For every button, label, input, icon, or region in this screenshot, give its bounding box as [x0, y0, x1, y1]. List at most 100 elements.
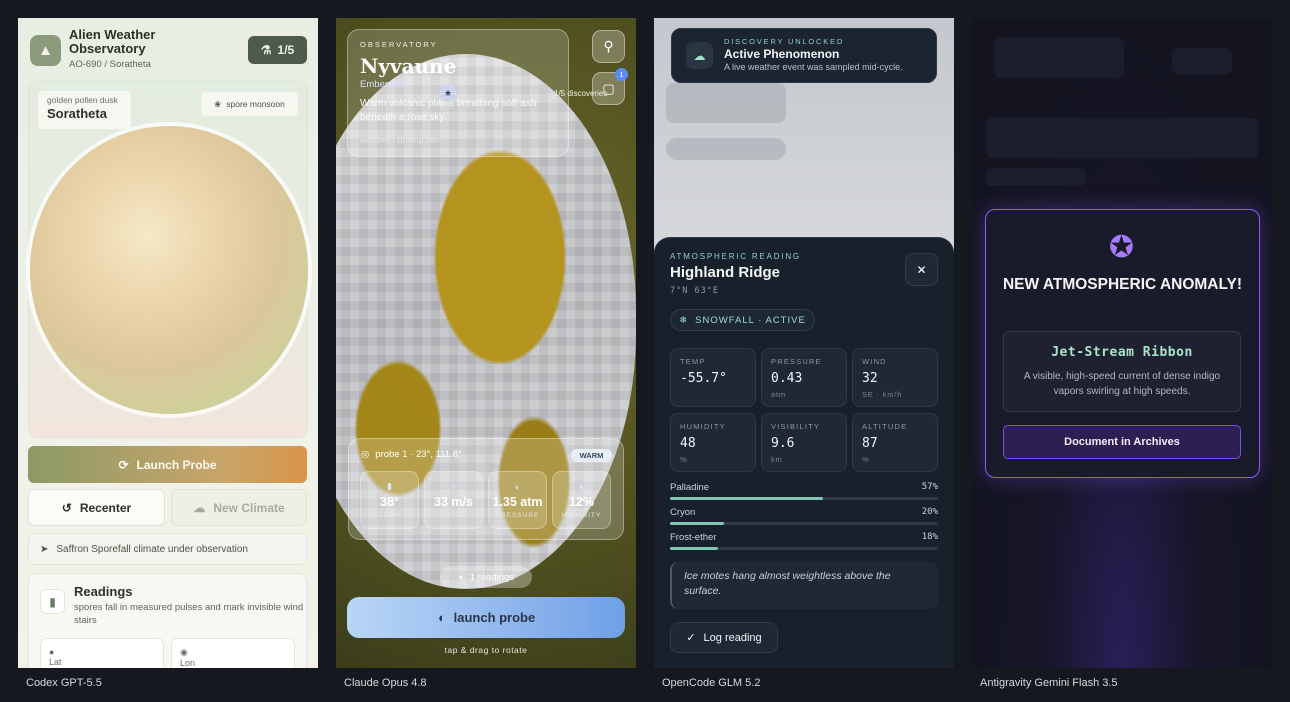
lat-cell: ● Lat: [40, 638, 164, 668]
log-reading-button[interactable]: ✓ Log reading: [670, 622, 778, 653]
close-icon: ✕: [916, 262, 927, 277]
composition-bar: Frost-ether 18%: [670, 532, 938, 550]
lon-cell: ◉ Lon: [171, 638, 295, 668]
card-value: 9.6: [771, 436, 795, 451]
card-unit: %: [680, 455, 688, 464]
award-ribbon-icon: ✪: [1108, 230, 1135, 264]
document-archives-button[interactable]: Document in Archives: [1003, 425, 1241, 459]
sheet-kicker: ATMOSPHERIC READING: [670, 252, 801, 261]
compass-icon: ◉: [180, 647, 188, 657]
card-key: WIND: [862, 357, 887, 366]
stat-value: 38°: [380, 495, 399, 509]
caption-claude: Claude Opus 4.8: [344, 677, 427, 689]
card-key: TEMP: [680, 357, 706, 366]
blurred-card: [666, 83, 786, 123]
check-icon: ✓: [686, 632, 696, 644]
bar-fill: [670, 522, 724, 525]
flask-counter-button[interactable]: ⚗ 1/5: [248, 36, 307, 64]
star-marker-icon[interactable]: ★: [439, 84, 457, 102]
chip-label: SNOWFALL · ACTIVE: [695, 314, 806, 326]
weather-status-chip: ❄ SNOWFALL · ACTIVE: [670, 309, 815, 331]
discoveries-count: 1/5 discoveries: [554, 89, 608, 98]
stat-label: WIND: [442, 511, 465, 519]
probe-icon: ◖: [436, 610, 445, 625]
card-value: 32: [862, 371, 878, 386]
toast-subtitle: A live weather event was sampled mid-cyc…: [724, 62, 903, 72]
card-pressure: PRESSURE 0.43 atm: [761, 348, 847, 407]
counter-value: 1/5: [277, 43, 295, 57]
launch-probe-button[interactable]: ⟳ Launch Probe: [28, 446, 307, 483]
observatory-logo-icon: ▲: [30, 35, 61, 66]
card-unit: SE · km/h: [862, 390, 903, 399]
probe-icon: ⟳: [118, 457, 129, 472]
card-humidity: HUMIDITY 48%: [670, 413, 756, 472]
cloud-icon: ☁: [193, 500, 206, 515]
probe-icon: ◖: [457, 571, 464, 583]
stat-value: 33 m/s: [434, 494, 473, 509]
probe-location: ◎ probe 1 · 23°, 111.8°: [361, 449, 462, 460]
stat-label: HUMIDITY: [561, 511, 602, 519]
new-climate-button[interactable]: ☁ New Climate: [171, 489, 307, 526]
planet-biome: Emberwild: [360, 79, 405, 90]
rotate-hint: tap & drag to rotate: [444, 645, 528, 655]
launch-label: Launch Probe: [136, 457, 217, 472]
readings-description: spores fall in measured pulses and mark …: [74, 602, 304, 626]
planet-tag-descriptor: golden pollen dusk: [47, 95, 118, 105]
readings-label: 1 readings: [469, 571, 515, 583]
caption-codex: Codex GPT-5.5: [26, 677, 102, 689]
app-subtitle: AO-690 / Soratheta: [69, 59, 151, 70]
stat-label: PRESSURE: [495, 511, 540, 519]
caption-antigravity: Antigravity Gemini Flash 3.5: [980, 677, 1118, 689]
warm-badge: WARM: [571, 449, 612, 462]
launch-label: launch probe: [453, 610, 536, 625]
thermometer-icon: ▮: [387, 481, 392, 491]
target-icon: ◎: [361, 449, 370, 460]
card-value: 48: [680, 436, 696, 451]
log-label: Log reading: [703, 631, 762, 644]
bar-label: Palladine: [670, 482, 710, 493]
phenomenon-description: A visible, high-speed current of dense i…: [1023, 371, 1221, 397]
card-altitude: ALTITUDE 87%: [852, 413, 938, 472]
readings-title: Readings: [74, 584, 133, 599]
panel-codex: ▲ Alien Weather Observatory AO-690 / Sor…: [18, 18, 318, 668]
panel-antigravity: ✪ NEW ATMOSPHERIC ANOMALY! Jet-Stream Ri…: [972, 18, 1272, 668]
bar-percent: 20%: [921, 507, 938, 517]
droplet-icon: ♦: [579, 481, 584, 492]
key-button[interactable]: ⚲: [592, 30, 625, 63]
dimmed-header: [994, 38, 1124, 78]
readings-pill[interactable]: ◖ 1 readings: [440, 566, 532, 588]
card-unit: km: [771, 455, 783, 464]
flask-icon: ⚗: [260, 43, 272, 57]
panel-claude: OBSERVATORY Nyvaune Emberwild Warm volca…: [336, 18, 636, 668]
card-visibility: VISIBILITY 9.6 km: [761, 413, 847, 472]
bar-fill: [670, 547, 719, 550]
bar-fill: [670, 497, 823, 500]
dimmed-row: [986, 118, 1258, 158]
observation-quote: Ice motes hang almost weightless above t…: [670, 562, 938, 609]
spore-icon: ❀: [214, 98, 222, 109]
planet-description: Warm volcanic plains breathing soft ash …: [360, 98, 537, 123]
lat-label: Lat: [49, 657, 62, 667]
dimmed-button: [1172, 48, 1232, 74]
modal-headline: NEW ATMOSPHERIC ANOMALY!: [1002, 276, 1243, 293]
status-bar: ➤ Saffron Sporefall climate under observa…: [28, 533, 307, 565]
pin-icon: ●: [49, 647, 55, 657]
thermometer-icon: ▮: [40, 589, 65, 614]
bar-label: Frost-ether: [670, 532, 717, 543]
dimmed-label: [986, 168, 1086, 186]
lon-label: Lon: [180, 658, 196, 668]
weather-tag-label: spore monsoon: [226, 99, 285, 109]
card-value: -55.7°: [680, 371, 727, 386]
rotate-ccw-icon: ↺: [61, 500, 72, 515]
stat-value: 12%: [568, 494, 595, 509]
launch-probe-button[interactable]: ◖ launch probe: [347, 597, 625, 638]
recenter-button[interactable]: ↺ Recenter: [28, 489, 165, 526]
snowflake-icon: ❄: [679, 314, 689, 326]
planet-globe[interactable]: [30, 126, 308, 414]
location-coords: 7°N 63°E: [670, 286, 719, 296]
card-temp: TEMP -55.7°: [670, 348, 756, 407]
card-key: VISIBILITY: [771, 422, 821, 431]
probe-location-label: probe 1 · 23°, 111.8°: [375, 449, 462, 460]
close-button[interactable]: ✕: [905, 253, 938, 286]
key-icon: ⚲: [603, 38, 614, 54]
